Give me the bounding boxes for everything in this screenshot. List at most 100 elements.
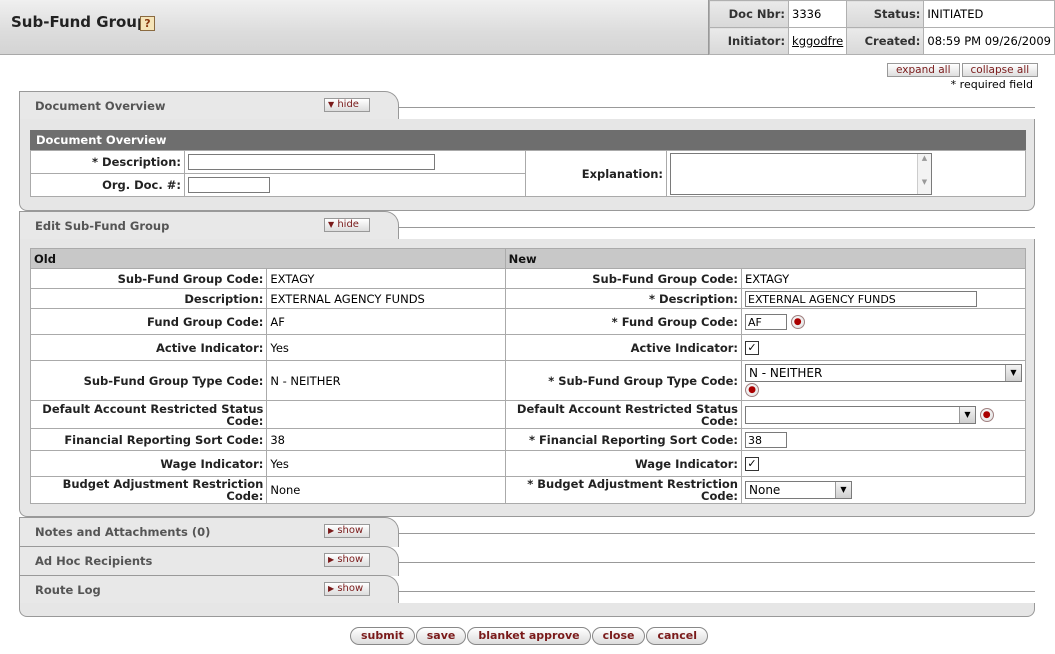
expand-all-button[interactable]: expand all	[887, 63, 960, 77]
org-doc-label: Org. Doc. #:	[30, 173, 185, 197]
new-financial-reporting-sort-code-cell: 38	[741, 428, 1026, 451]
new-budget-adjustment-restriction-code-label: * Budget Adjustment Restriction Code:	[504, 476, 743, 504]
route-log-show-button[interactable]: ▶ show	[324, 582, 370, 596]
old-default-account-restricted-status-code-value	[266, 400, 506, 429]
triangle-right-icon: ▶	[328, 555, 335, 564]
triangle-right-icon: ▶	[328, 526, 335, 535]
scrollbar[interactable]: ▲ ▼	[917, 153, 931, 194]
triangle-down-icon: ▼	[328, 100, 335, 109]
lookup-icon[interactable]: ●	[790, 314, 805, 329]
sub-fund-group-type-select[interactable]: N - NEITHER ▼	[745, 364, 1022, 383]
org-doc-cell	[184, 173, 526, 197]
new-description-input[interactable]: EXTERNAL AGENCY FUNDS	[745, 290, 977, 307]
ad-hoc-recipients-tab-label: Ad Hoc Recipients	[35, 554, 153, 568]
old-wage-indicator-label: Wage Indicator:	[29, 450, 268, 477]
active-indicator-checkbox[interactable]: ✓	[745, 341, 759, 355]
default-account-restricted-status-select[interactable]: ▼	[745, 405, 976, 424]
save-button[interactable]: save	[415, 627, 467, 645]
new-sub-fund-group-type-code-label: * Sub-Fund Group Type Code:	[504, 360, 743, 401]
chevron-down-icon: ▼	[959, 406, 975, 423]
old-description-value: EXTERNAL AGENCY FUNDS	[266, 288, 506, 309]
old-sub-fund-group-type-code-label: Sub-Fund Group Type Code:	[29, 360, 268, 401]
old-active-indicator-label: Active Indicator:	[29, 334, 268, 361]
doc-nbr-value: 3336	[788, 0, 848, 28]
doc-nbr-label: Doc Nbr:	[708, 0, 790, 28]
explanation-cell: ▲ ▼	[666, 150, 1026, 197]
initiator-label: Initiator:	[708, 27, 790, 55]
ad-hoc-recipients-tab: Ad Hoc Recipients ▶ show	[19, 546, 399, 576]
new-financial-reporting-sort-code-label: * Financial Reporting Sort Code:	[504, 428, 743, 451]
description-input[interactable]	[188, 154, 435, 170]
old-sub-fund-group-type-code-value: N - NEITHER	[266, 360, 506, 401]
route-log-tab-label: Route Log	[35, 583, 101, 597]
ad-hoc-recipients-show-button[interactable]: ▶ show	[324, 553, 370, 567]
new-wage-indicator-label: Wage Indicator:	[504, 450, 743, 477]
financial-reporting-sort-code-input[interactable]: 38	[745, 431, 787, 448]
new-budget-adjustment-restriction-code-cell: None ▼	[741, 476, 1026, 504]
collapse-all-button[interactable]: collapse all	[961, 63, 1039, 77]
old-active-indicator-value: Yes	[266, 334, 506, 361]
new-column-header: New	[504, 248, 1027, 269]
route-log-tab: Route Log ▶ show	[19, 575, 399, 605]
close-button[interactable]: close	[591, 627, 646, 645]
page-title: Sub-Fund Group	[11, 13, 148, 31]
edit-sub-fund-group-tab: Edit Sub-Fund Group ▼ hide	[19, 211, 399, 241]
old-budget-adjustment-restriction-code-value: None	[266, 476, 506, 504]
document-overview-section-title: Document Overview	[30, 130, 1026, 150]
description-cell	[184, 150, 526, 174]
old-sub-fund-group-code-value: EXTAGY	[266, 268, 506, 289]
notes-attachments-show-button[interactable]: ▶ show	[324, 524, 370, 538]
page-header: Sub-Fund Group ? Doc Nbr: 3336 Status: I…	[0, 0, 1055, 55]
old-sub-fund-group-code-label: Sub-Fund Group Code:	[29, 268, 268, 289]
help-icon[interactable]: ?	[140, 16, 155, 31]
expand-collapse-controls: expand all collapse all	[887, 63, 1039, 77]
lookup-icon[interactable]: ●	[979, 407, 994, 422]
old-financial-reporting-sort-code-label: Financial Reporting Sort Code:	[29, 428, 268, 451]
required-field-note: * required field	[950, 78, 1033, 91]
document-overview-tab-label: Document Overview	[35, 99, 166, 113]
new-active-indicator-cell: ✓	[741, 334, 1026, 361]
status-value: INITIATED	[923, 0, 1055, 28]
old-description-label: Description:	[29, 288, 268, 309]
explanation-textarea[interactable]: ▲ ▼	[670, 152, 932, 195]
explanation-label: Explanation:	[525, 150, 667, 197]
budget-adjustment-restriction-select[interactable]: None ▼	[745, 481, 852, 499]
blanket-approve-button[interactable]: blanket approve	[467, 627, 591, 645]
initiator-cell: kggodfre	[788, 27, 848, 55]
document-overview-hide-button[interactable]: ▼ hide	[324, 98, 370, 112]
old-financial-reporting-sort-code-value: 38	[266, 428, 506, 451]
lookup-icon[interactable]: ●	[745, 382, 759, 397]
document-info: Doc Nbr: 3336 Status: INITIATED Initiato…	[708, 0, 1055, 55]
document-overview-tab: Document Overview ▼ hide	[19, 91, 399, 121]
old-fund-group-code-value: AF	[266, 308, 506, 335]
new-sub-fund-group-type-code-cell: N - NEITHER ▼ ●	[741, 360, 1026, 401]
new-default-account-restricted-status-code-label: Default Account Restricted Status Code:	[504, 400, 743, 429]
old-fund-group-code-label: Fund Group Code:	[29, 308, 268, 335]
new-description-cell: EXTERNAL AGENCY FUNDS	[741, 288, 1026, 309]
initiator-link[interactable]: kggodfre	[792, 34, 843, 48]
edit-sub-fund-group-hide-button[interactable]: ▼ hide	[324, 218, 370, 232]
triangle-right-icon: ▶	[328, 584, 335, 593]
old-column-header: Old	[30, 248, 506, 269]
org-doc-input[interactable]	[188, 177, 270, 193]
description-label: * Description:	[30, 150, 185, 174]
wage-indicator-checkbox[interactable]: ✓	[745, 457, 759, 471]
old-budget-adjustment-restriction-code-label: Budget Adjustment Restriction Code:	[29, 476, 268, 504]
new-fund-group-code-label: * Fund Group Code:	[504, 308, 743, 335]
new-default-account-restricted-status-code-cell: ▼ ●	[741, 400, 1026, 429]
triangle-down-icon: ▼	[328, 220, 335, 229]
fund-group-code-input[interactable]: AF	[745, 313, 787, 330]
submit-button[interactable]: submit	[350, 627, 415, 645]
cancel-button[interactable]: cancel	[646, 627, 709, 645]
new-description-label: * Description:	[504, 288, 743, 309]
new-sub-fund-group-code-value: EXTAGY	[741, 268, 1026, 289]
chevron-down-icon: ▼	[1005, 365, 1021, 382]
new-wage-indicator-cell: ✓	[741, 450, 1026, 477]
created-label: Created:	[846, 27, 925, 55]
old-wage-indicator-value: Yes	[266, 450, 506, 477]
created-value: 08:59 PM 09/26/2009	[923, 27, 1055, 55]
old-default-account-restricted-status-code-label: Default Account Restricted Status Code:	[29, 400, 268, 429]
new-fund-group-code-cell: AF ●	[741, 308, 1026, 335]
notes-attachments-tab-label: Notes and Attachments (0)	[35, 525, 211, 539]
edit-sub-fund-group-tab-label: Edit Sub-Fund Group	[35, 219, 170, 233]
